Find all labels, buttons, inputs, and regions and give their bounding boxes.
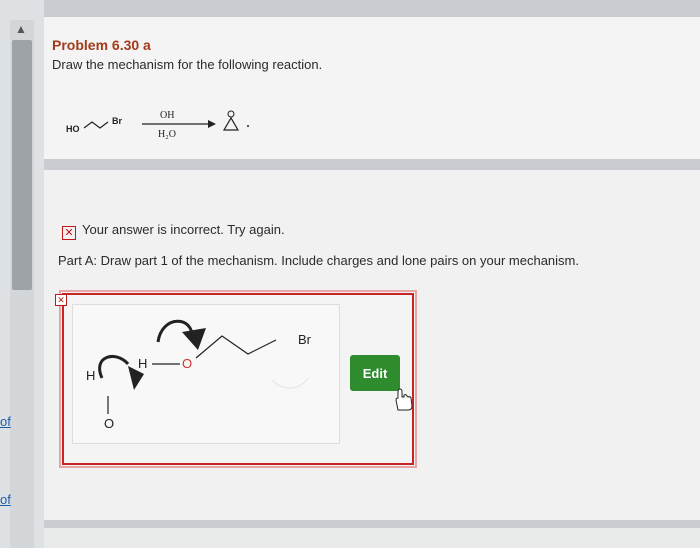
reagent-bottom: H₂O	[158, 129, 176, 140]
ho-label: HO	[66, 124, 80, 134]
faint-arc	[271, 377, 309, 389]
h-atom-left: H	[86, 368, 95, 383]
dot-mark	[247, 125, 249, 127]
part-a-instruction: Part A: Draw part 1 of the mechanism. In…	[58, 253, 579, 268]
chain-bond	[83, 121, 109, 129]
arrow-head-2	[182, 328, 206, 350]
side-link-2[interactable]: of	[0, 492, 11, 507]
carbon-chain	[195, 335, 277, 359]
answer-x-icon: ✕	[55, 294, 67, 306]
br-label: Br	[112, 116, 122, 126]
feedback-row: ✕ Your answer is incorrect. Try again.	[62, 222, 285, 240]
scroll-up-icon[interactable]: ▲	[14, 22, 28, 36]
epoxide-oxygen-icon	[227, 110, 235, 118]
side-link-1[interactable]: of	[0, 414, 11, 429]
hand-cursor-icon	[395, 388, 413, 411]
arrow-head	[208, 120, 216, 128]
alcohol-o: O	[182, 356, 192, 371]
scrollbar-thumb[interactable]	[12, 40, 32, 290]
reaction-scheme: HO Br OH H₂O	[66, 110, 249, 140]
hydroxide-o: O	[104, 416, 114, 431]
reagent-top: OH	[160, 110, 174, 121]
epoxide-ring	[222, 116, 240, 131]
bottom-panel	[44, 528, 700, 548]
problem-title: Problem 6.30 a	[52, 37, 151, 53]
feedback-message: Your answer is incorrect. Try again.	[82, 222, 285, 237]
curved-arrow-1	[98, 355, 130, 379]
h-atom-right: H	[138, 356, 147, 371]
bromine-atom: Br	[298, 332, 312, 347]
mechanism-drawing: H O H O Br	[86, 319, 312, 431]
problem-description: Draw the mechanism for the following rea…	[52, 57, 323, 72]
incorrect-icon: ✕	[62, 226, 76, 240]
